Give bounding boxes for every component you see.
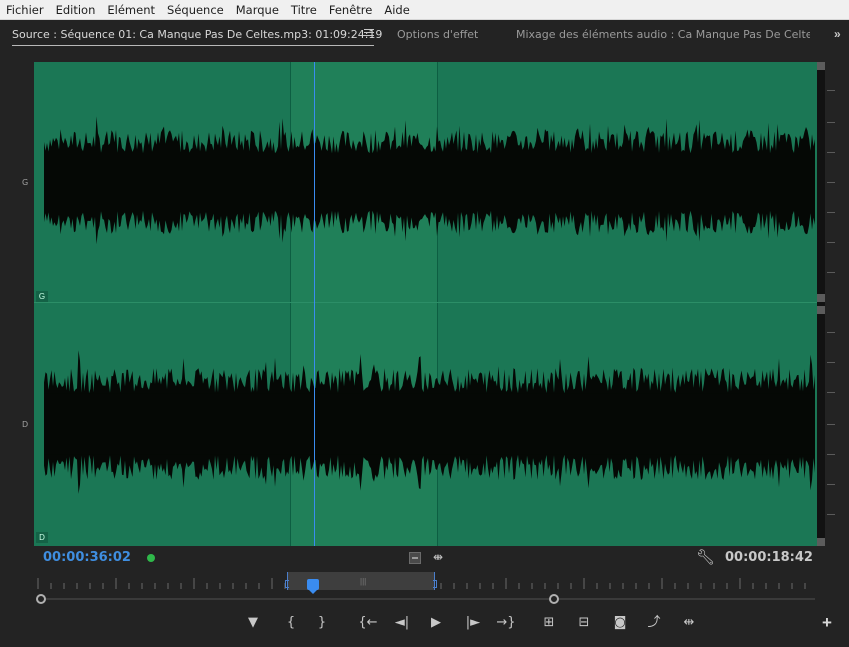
scale-tick — [827, 392, 835, 393]
zoom-track — [38, 598, 815, 600]
step-back-button[interactable]: ◄| — [390, 612, 414, 634]
menu-aide[interactable]: Aide — [378, 0, 415, 20]
tab-effect-options[interactable]: Options d'effet — [397, 20, 478, 50]
drag-video-audio-icon[interactable]: ⇼ — [433, 550, 443, 564]
panel-tab-bar: Source : Séquence 01: Ca Manque Pas De C… — [0, 20, 849, 50]
play-button[interactable]: ▶ — [424, 612, 448, 634]
scale-tick — [827, 152, 835, 153]
insert-icon[interactable] — [409, 552, 421, 564]
scale-tick — [827, 514, 835, 515]
left-channel-tag: G — [36, 291, 48, 302]
playhead-line[interactable] — [314, 62, 315, 546]
scale-handle-top[interactable] — [817, 62, 825, 70]
scale-tick — [827, 332, 835, 333]
scale-tick — [827, 454, 835, 455]
scale-handle-mid-2[interactable] — [817, 306, 825, 314]
right-channel-waveform-body — [44, 393, 815, 455]
scale-tick — [827, 362, 835, 363]
audio-waveform-display[interactable]: G D — [34, 62, 817, 546]
zoom-handle-right[interactable] — [549, 594, 559, 604]
left-channel-side-label: G — [22, 178, 29, 187]
mark-out-button[interactable]: } — [310, 612, 334, 634]
menu-fenetre[interactable]: Fenêtre — [323, 0, 378, 20]
scale-tick — [827, 212, 835, 213]
menu-edition[interactable]: Edition — [50, 0, 102, 20]
scale-tick — [827, 424, 835, 425]
step-forward-button[interactable]: |► — [461, 612, 485, 634]
menu-fichier[interactable]: Fichier — [0, 0, 50, 20]
export-frame-button[interactable]: ◙ — [608, 612, 632, 634]
tab-audio-mixer[interactable]: Mixage des éléments audio : Ca Manque Pa… — [516, 20, 810, 50]
lift-button[interactable]: ⤴ — [642, 612, 666, 634]
current-timecode[interactable]: 00:00:36:02 — [43, 550, 131, 565]
menu-bar: Fichier Edition Elément Séquence Marque … — [0, 0, 849, 20]
menu-element[interactable]: Elément — [101, 0, 161, 20]
insert-button[interactable]: ⊞ — [537, 612, 561, 634]
scale-tick — [827, 90, 835, 91]
zoom-scroll-bar[interactable] — [36, 594, 815, 604]
hamburger-icon[interactable] — [364, 29, 374, 38]
grip-icon[interactable]: ||| — [360, 577, 366, 586]
zoom-handle-left[interactable] — [36, 594, 46, 604]
time-ruler[interactable]: ||| — [34, 572, 817, 594]
scale-tick — [827, 272, 835, 273]
menu-marque[interactable]: Marque — [230, 0, 285, 20]
go-to-in-button[interactable]: {← — [356, 612, 380, 634]
scale-handle-bottom[interactable] — [817, 538, 825, 546]
menu-sequence[interactable]: Séquence — [161, 0, 230, 20]
wrench-icon[interactable]: 🔧︎ — [696, 548, 715, 566]
mark-in-button[interactable]: { — [279, 612, 303, 634]
right-channel-tag: D — [36, 532, 48, 543]
extract-button[interactable]: ⇹ — [677, 612, 701, 634]
menu-titre[interactable]: Titre — [285, 0, 323, 20]
double-chevron-right-icon[interactable]: » — [834, 27, 841, 41]
active-tab-underline — [12, 45, 374, 46]
overwrite-button[interactable]: ⊟ — [572, 612, 596, 634]
button-editor-button[interactable]: + — [822, 613, 832, 633]
right-channel-side-label: D — [22, 420, 29, 429]
scale-track — [817, 62, 825, 546]
duration-timecode: 00:00:18:42 — [725, 550, 813, 565]
amplitude-scale[interactable] — [817, 62, 839, 546]
out-point-marker[interactable] — [433, 580, 437, 588]
in-point-marker[interactable] — [285, 580, 289, 588]
channel-divider — [34, 302, 817, 303]
scale-tick — [827, 122, 835, 123]
go-to-out-button[interactable]: →} — [494, 612, 518, 634]
scale-tick — [827, 242, 835, 243]
status-indicator — [147, 554, 155, 562]
add-marker-button[interactable]: ▼ — [241, 612, 265, 634]
playhead-marker[interactable] — [307, 579, 319, 594]
scale-tick — [827, 182, 835, 183]
left-channel-waveform-body — [44, 153, 815, 211]
waveform-graphic — [44, 116, 815, 494]
source-monitor-window: Fichier Edition Elément Séquence Marque … — [0, 0, 849, 647]
scale-tick — [827, 484, 835, 485]
scale-handle-mid-1[interactable] — [817, 294, 825, 302]
transport-controls: ▼ { } {← ◄| ▶ |► →} ⊞ ⊟ ◙ ⤴ ⇹ — [0, 612, 849, 636]
